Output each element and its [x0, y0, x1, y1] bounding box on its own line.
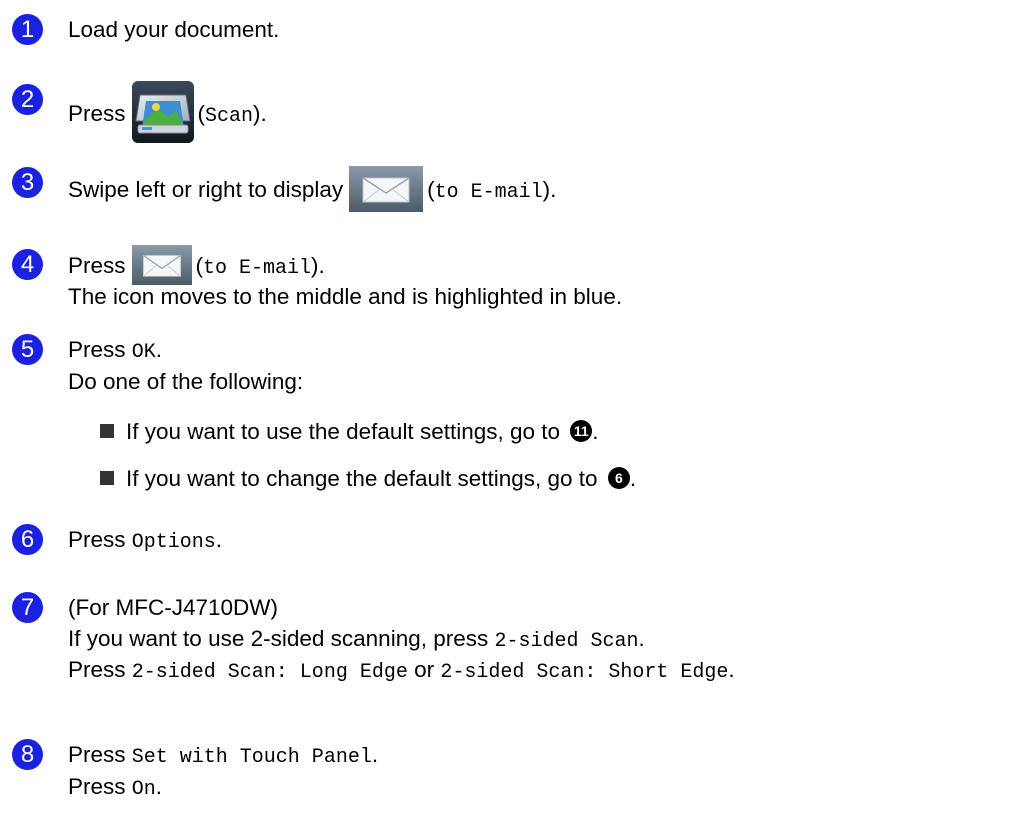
step-text-or: or: [414, 657, 435, 682]
ui-label-to-email: to E-mail: [434, 180, 543, 204]
ui-label-set-with-touch-panel: Set with Touch Panel: [131, 746, 372, 769]
bullet-item: If you want to change the default settin…: [100, 464, 636, 494]
step-number-badge: 3: [12, 167, 43, 198]
paren-close: ).: [253, 100, 267, 126]
step-text-pre: If you want to use 2-sided scanning, pre…: [68, 626, 489, 651]
step-text: Swipe left or right to display (to E-mai…: [68, 166, 557, 214]
ui-label-on: On: [131, 778, 156, 801]
step-text: Press Options.: [68, 525, 222, 558]
step-number-badge: 5: [12, 334, 43, 365]
step-text-pre: Press: [68, 337, 126, 362]
ui-label-options: Options: [131, 531, 216, 554]
step-text-line2: Do one of the following:: [68, 369, 304, 394]
step-number-badge: 4: [12, 249, 43, 280]
bullet-post: .: [629, 466, 637, 491]
step-text: Press (to E-mail).: [68, 245, 325, 287]
step-text: Load your document.: [68, 17, 280, 42]
paren-open: (: [195, 252, 204, 278]
bullet-item: If you want to use the default settings,…: [100, 417, 599, 447]
ui-label-long-edge: 2-sided Scan: Long Edge: [131, 661, 408, 684]
step-text-post: .: [371, 742, 379, 767]
step-text-pre: Press: [68, 252, 126, 278]
bullet-text: If you want to use the default settings,…: [126, 419, 561, 444]
bullet-square: [100, 471, 114, 485]
step-text-line3: Press 2-sided Scan: Long Edge or 2-sided…: [68, 655, 735, 688]
ui-label-2-sided-scan: 2-sided Scan: [494, 630, 639, 653]
step-reference-badge: 11: [570, 420, 593, 443]
step-text-post: .: [728, 657, 735, 682]
step-text-pre: Press: [68, 657, 126, 682]
paren-close: ).: [311, 252, 325, 278]
step-text-post: .: [638, 626, 645, 651]
step-text: Press (Scan).: [68, 81, 267, 146]
step-text-post: .: [155, 774, 163, 799]
mail-icon: [349, 166, 424, 212]
paren-open: (: [427, 176, 435, 202]
step-text-pre: Press: [68, 100, 126, 126]
step-text: Press Set with Touch Panel.: [68, 740, 378, 773]
step-text-line2: The icon moves to the middle and is high…: [68, 284, 623, 309]
step-text-pre: Press: [68, 742, 126, 767]
step-text-post: .: [215, 527, 223, 552]
ui-label-scan: Scan: [205, 104, 254, 128]
step-number-badge: 8: [12, 739, 43, 770]
scan-icon: [131, 81, 194, 143]
bullet-post: .: [592, 419, 599, 444]
step-text-pre: Press: [68, 527, 126, 552]
step-text-line2: Press On.: [68, 772, 162, 805]
paren-open: (: [197, 100, 206, 126]
step-number-badge: 2: [12, 84, 43, 115]
ui-label-to-email: to E-mail: [203, 256, 312, 280]
ui-label-ok: OK: [131, 341, 156, 364]
bullet-square: [100, 424, 114, 438]
step-text-pre: Swipe left or right to display: [68, 176, 344, 202]
paren-close: ).: [542, 176, 557, 202]
ui-label-short-edge: 2-sided Scan: Short Edge: [440, 661, 729, 684]
step-reference-badge: 6: [607, 467, 630, 490]
step-text-post: .: [155, 337, 163, 362]
step-number-badge: 7: [12, 592, 43, 623]
step-number-badge: 1: [12, 14, 43, 45]
step-text-line2: If you want to use 2-sided scanning, pre…: [68, 624, 645, 657]
step-number-badge: 6: [12, 524, 43, 555]
step-text: Press OK.: [68, 335, 162, 368]
mail-icon: [131, 245, 192, 285]
step-text-pre: Press: [68, 774, 126, 799]
step-text: (For MFC-J4710DW): [68, 595, 279, 620]
bullet-text: If you want to change the default settin…: [126, 466, 598, 491]
